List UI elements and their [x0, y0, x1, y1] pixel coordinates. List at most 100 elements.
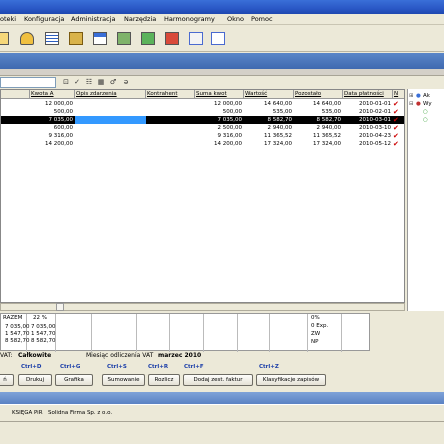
cell-suma[interactable]: 14 200,00 [195, 140, 244, 148]
table-row[interactable]: 600,00 2 500,00 2 940,00 2 940,00 2010-03-10… [1, 124, 404, 132]
cell-kontrahent[interactable] [146, 132, 195, 140]
cell-wartosc[interactable]: 14 640,00 [244, 100, 294, 108]
settle-button[interactable]: Rozlicz [148, 374, 180, 386]
cell-kontrahent[interactable] [146, 100, 195, 108]
tree-panel[interactable]: ⊞ ● Ak ⊟ ● Wy ○ ○ [407, 89, 444, 311]
table-row[interactable]: 9 316,00 9 316,00 11 365,52 11 365,52 2010-0… [1, 132, 404, 140]
cell-check[interactable]: ✔ [393, 124, 404, 132]
scrollbar-thumb[interactable] [56, 303, 64, 311]
cell-lp[interactable] [1, 140, 30, 148]
column-header-wartosc[interactable]: Wartość [244, 90, 294, 99]
cell-pozostalo[interactable]: 535,00 [294, 108, 343, 116]
filter-button-6[interactable]: ǝ [121, 77, 131, 87]
cell-suma[interactable]: 12 000,00 [195, 100, 244, 108]
cell-kontrahent[interactable] [146, 108, 195, 116]
transactions-grid[interactable]: Kwota A Opis zdarzenia Kontrahent Suma k… [0, 89, 405, 303]
search-input[interactable] [0, 77, 56, 88]
cell-opis[interactable] [75, 132, 146, 140]
filter-button-4[interactable]: ▦ [96, 77, 106, 87]
cell-wartosc[interactable]: 11 365,52 [244, 132, 294, 140]
cell-wartosc[interactable]: 17 324,00 [244, 140, 294, 148]
cell-opis[interactable] [75, 124, 146, 132]
filter-button-1[interactable]: ⊡ [61, 77, 71, 87]
cell-data[interactable]: 2010-04-23 [343, 132, 393, 140]
home-icon[interactable] [162, 29, 182, 48]
column-header-opis[interactable]: Opis zdarzenia [75, 90, 146, 99]
table-row[interactable]: 14 200,00 14 200,00 17 324,00 17 324,00 2010… [1, 140, 404, 148]
menu-item-narzedzia[interactable]: Narzędzia [124, 15, 156, 23]
cell-kwota[interactable]: 9 316,00 [30, 132, 75, 140]
filter-button-3[interactable]: ☷ [84, 77, 94, 87]
calculator-icon[interactable] [114, 29, 134, 48]
cell-kontrahent[interactable] [146, 116, 195, 124]
cell-opis[interactable] [75, 140, 146, 148]
cell-check[interactable]: ✔ [393, 116, 404, 124]
cell-check[interactable]: ✔ [393, 140, 404, 148]
table-row[interactable]: 500,00 500,00 535,00 535,00 2010-02-01 ✔ [1, 108, 404, 116]
cell-kwota[interactable]: 12 000,00 [30, 100, 75, 108]
column-header-data-platnosci[interactable]: Data płatności [343, 90, 393, 99]
table-row[interactable]: 12 000,00 12 000,00 14 640,00 14 640,00 2010… [1, 100, 404, 108]
cell-pozostalo[interactable]: 2 940,00 [294, 124, 343, 132]
cell-kwota[interactable]: 600,00 [30, 124, 75, 132]
cell-data[interactable]: 2010-03-01 [343, 116, 393, 124]
cell-kwota[interactable]: 7 035,00 [30, 116, 75, 124]
column-header-suma[interactable]: Suma kwot [195, 90, 244, 99]
tree-expander[interactable]: ⊟ [409, 101, 414, 107]
column-header-pozostalo[interactable]: Pozostało [294, 90, 343, 99]
table-row-selected[interactable]: 7 035,00 7 035,00 8 582,70 8 582,70 2010-03-… [1, 116, 404, 124]
cell-lp[interactable] [1, 132, 30, 140]
cell-data[interactable]: 2010-01-01 [343, 100, 393, 108]
cell-pozostalo[interactable]: 17 324,00 [294, 140, 343, 148]
list-icon[interactable] [42, 29, 62, 48]
tree-expander[interactable]: ⊞ [409, 93, 414, 99]
column-header-kontrahent[interactable]: Kontrahent [146, 90, 195, 99]
cell-pozostalo[interactable]: 11 365,52 [294, 132, 343, 140]
cell-data[interactable]: 2010-03-10 [343, 124, 393, 132]
cell-lp[interactable] [1, 100, 30, 108]
tools-icon[interactable] [66, 29, 86, 48]
filter-button-5[interactable]: ♂ [108, 77, 118, 87]
cell-wartosc[interactable]: 2 940,00 [244, 124, 294, 132]
print-button[interactable]: Drukuj [18, 374, 52, 386]
cell-kontrahent[interactable] [146, 140, 195, 148]
add-invoice-set-button[interactable]: Dodaj zest. faktur [183, 374, 253, 386]
filter-button-2[interactable]: ✓ [72, 77, 82, 87]
cell-wartosc[interactable]: 535,00 [244, 108, 294, 116]
window-icon[interactable] [90, 29, 110, 48]
tree-item-wy[interactable]: Wy [423, 101, 432, 107]
cell-lp[interactable] [1, 124, 30, 132]
cell-suma[interactable]: 9 316,00 [195, 132, 244, 140]
folder-open-icon[interactable] [0, 29, 12, 48]
cell-wartosc[interactable]: 8 582,70 [244, 116, 294, 124]
cell-check[interactable]: ✔ [393, 108, 404, 116]
tree-item-ak[interactable]: Ak [423, 93, 430, 99]
cell-check[interactable]: ✔ [393, 100, 404, 108]
envelope-icon[interactable] [186, 29, 206, 48]
menu-item-pomoc[interactable]: Pomoc [251, 15, 273, 23]
graphics-button[interactable]: Grafika [55, 374, 93, 386]
cell-lp[interactable] [1, 108, 30, 116]
cell-check[interactable]: ✔ [393, 132, 404, 140]
summing-button[interactable]: Sumowanie [102, 374, 145, 386]
cell-suma[interactable]: 500,00 [195, 108, 244, 116]
column-header-n[interactable]: N [393, 90, 404, 99]
cell-opis[interactable] [75, 108, 146, 116]
cell-kontrahent[interactable] [146, 124, 195, 132]
cell-opis[interactable] [75, 100, 146, 108]
cell-data[interactable]: 2010-05-12 [343, 140, 393, 148]
cell-lp[interactable] [1, 116, 30, 124]
column-header-kwota[interactable]: Kwota A [30, 90, 75, 99]
column-header-lp[interactable] [1, 90, 30, 99]
menu-item-konfiguracja[interactable]: Konfiguracja [24, 15, 64, 23]
cell-opis[interactable] [75, 116, 146, 124]
cell-suma[interactable]: 7 035,00 [195, 116, 244, 124]
envelope-icon[interactable] [208, 29, 228, 48]
cell-suma[interactable]: 2 500,00 [195, 124, 244, 132]
classifications-button[interactable]: Klasyfikacje zapisów [256, 374, 326, 386]
cell-data[interactable]: 2010-02-01 [343, 108, 393, 116]
menu-item-okno[interactable]: Okno [227, 15, 244, 23]
menu-item-administracja[interactable]: Administracja [71, 15, 115, 23]
menu-item-harmonogramy[interactable]: Harmonogramy [164, 15, 215, 23]
cell-pozostalo[interactable]: 8 582,70 [294, 116, 343, 124]
